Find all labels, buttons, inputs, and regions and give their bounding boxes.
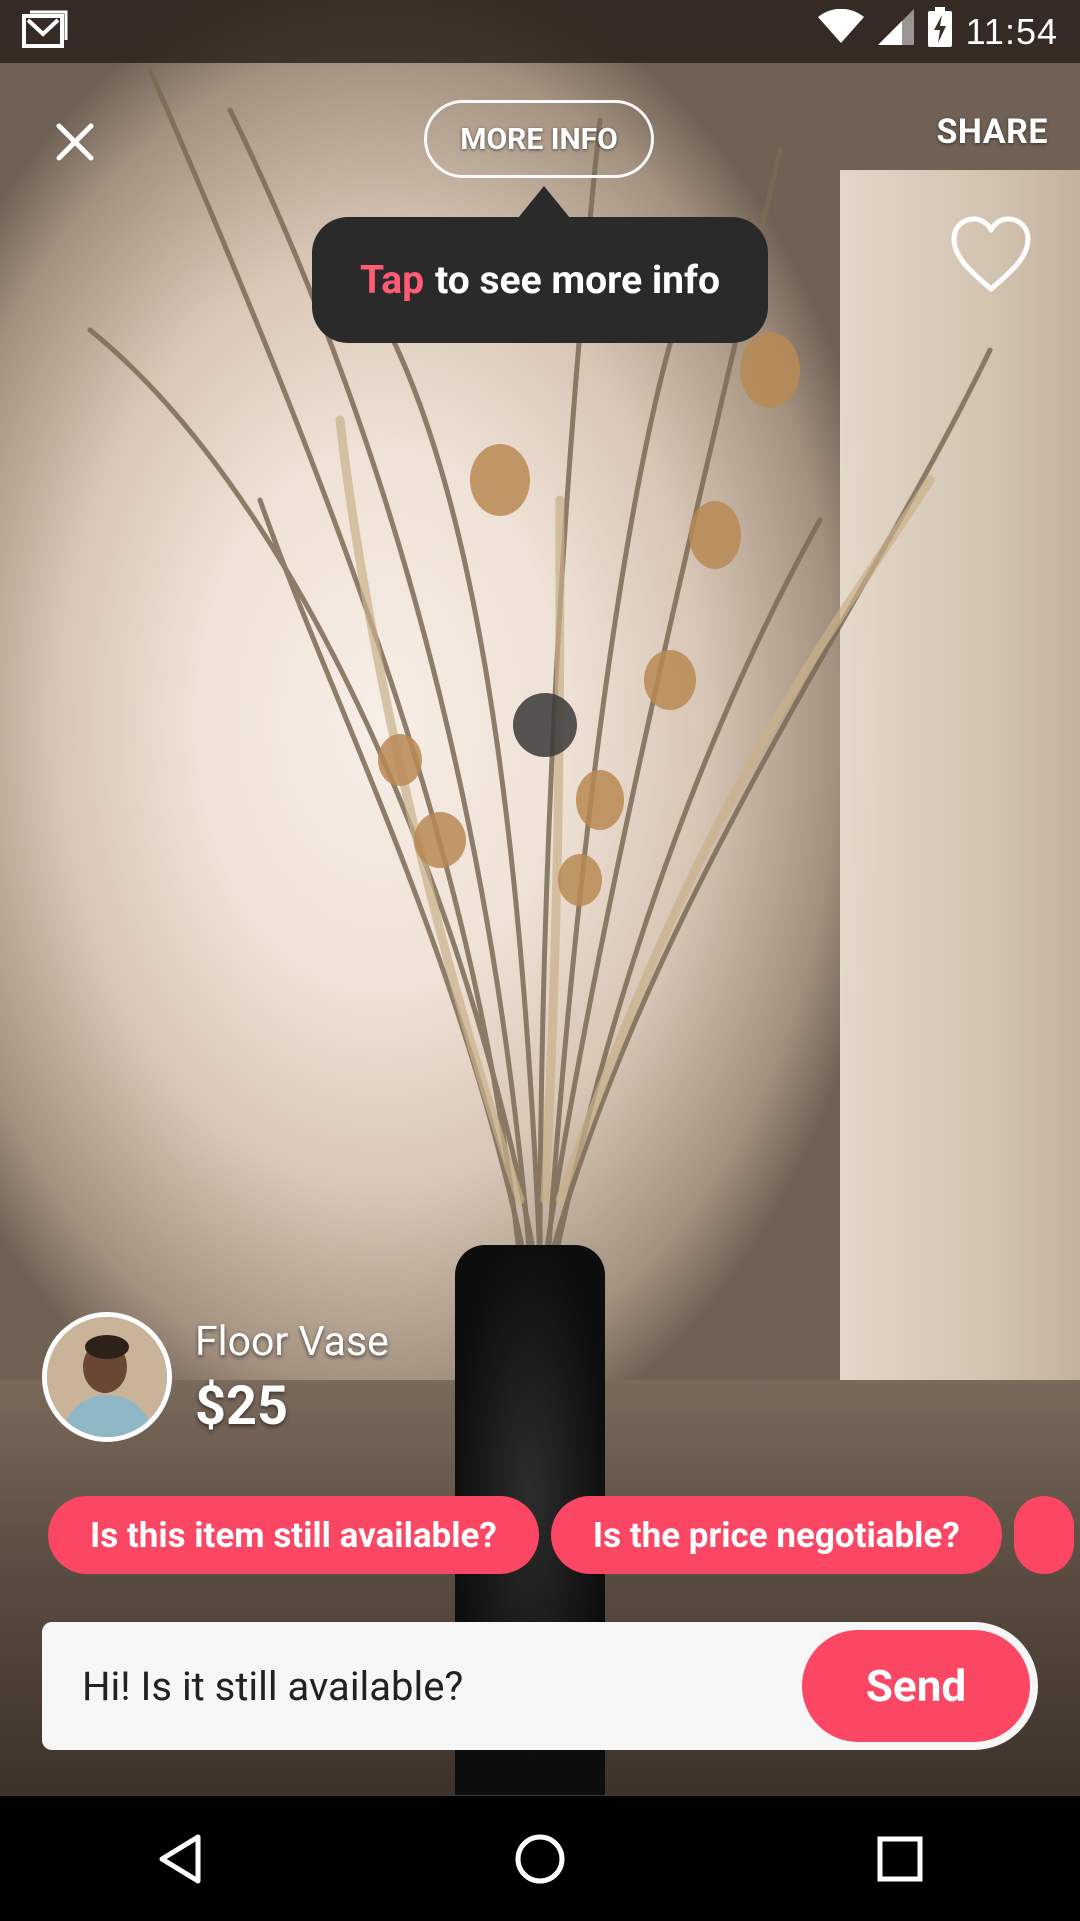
- favorite-button[interactable]: [950, 215, 1032, 295]
- home-icon: [515, 1834, 565, 1883]
- message-input[interactable]: Hi! Is it still available?: [82, 1622, 822, 1750]
- recents-button[interactable]: [860, 1819, 940, 1899]
- send-button[interactable]: Send: [802, 1630, 1030, 1742]
- avatar-image: [47, 1317, 167, 1437]
- share-button[interactable]: SHARE: [937, 112, 1049, 152]
- close-button[interactable]: [45, 112, 105, 172]
- gmail-icon: [22, 10, 68, 54]
- close-icon: [56, 123, 94, 161]
- heart-icon: [951, 216, 1031, 292]
- quick-reply-chip[interactable]: [1013, 1496, 1074, 1574]
- status-icons: 11:54: [817, 7, 1058, 56]
- item-title: Floor Vase: [195, 1318, 389, 1366]
- system-nav-bar: [0, 1795, 1080, 1921]
- tooltip-arrow: [518, 186, 570, 218]
- tooltip-text: to see more info: [435, 257, 720, 303]
- wifi-icon: [817, 8, 864, 54]
- back-button[interactable]: [140, 1819, 220, 1899]
- signal-icon: [877, 9, 914, 54]
- status-time: 11:54: [965, 10, 1058, 52]
- quick-reply-chip[interactable]: Is the price negotiable?: [550, 1496, 1002, 1574]
- quick-reply-chip[interactable]: Is this item still available?: [48, 1496, 539, 1574]
- recents-icon: [877, 1836, 923, 1881]
- battery-charging-icon: [927, 7, 952, 56]
- home-button[interactable]: [500, 1819, 580, 1899]
- seller-avatar[interactable]: [42, 1312, 172, 1442]
- back-icon: [159, 1834, 201, 1883]
- more-info-tooltip[interactable]: Tap to see more info: [312, 217, 768, 343]
- status-bar: 11:54: [0, 0, 1080, 63]
- more-info-button[interactable]: MORE INFO: [424, 100, 654, 178]
- tooltip-accent-text: Tap: [360, 257, 425, 303]
- message-composer: Hi! Is it still available? Send: [42, 1622, 1038, 1750]
- item-price: $25: [195, 1375, 288, 1438]
- quick-replies: Is this item still available? Is the pri…: [48, 1496, 1074, 1574]
